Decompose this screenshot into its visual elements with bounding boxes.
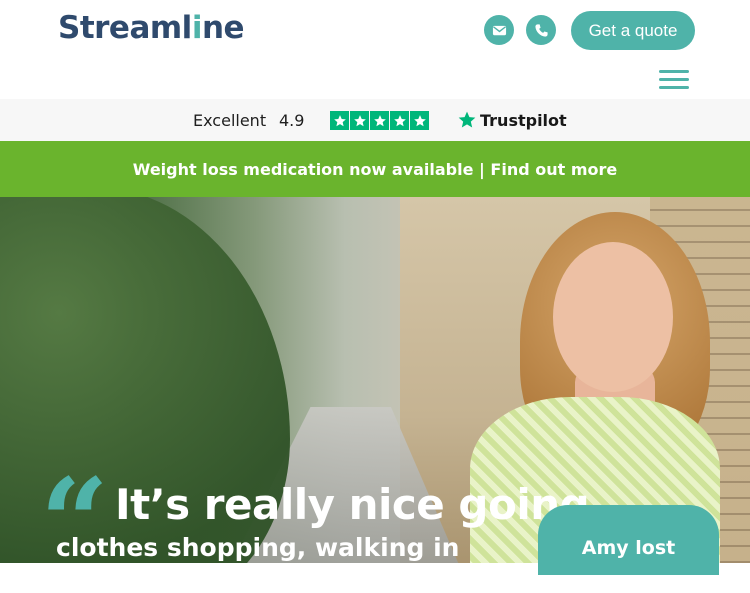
get-a-quote-button[interactable]: Get a quote <box>571 11 695 50</box>
result-card-text: Amy lost <box>581 537 676 559</box>
quote-mark-icon: “ <box>40 452 110 593</box>
star-icon <box>390 111 409 130</box>
logo[interactable]: Streamline <box>58 10 245 46</box>
phone-icon <box>534 23 548 37</box>
trustpilot-wordmark: Trustpilot <box>480 110 567 130</box>
promo-banner[interactable]: Weight loss medication now available | F… <box>0 141 750 197</box>
email-button[interactable] <box>484 15 514 45</box>
logo-text: Streaml <box>58 10 192 46</box>
person-face <box>553 242 673 392</box>
hamburger-menu-icon[interactable] <box>659 70 689 90</box>
star-icon <box>410 111 429 130</box>
result-card: Amy lost <box>538 505 719 575</box>
logo-text-end: ne <box>201 10 245 46</box>
rating-value: 4.9 <box>279 111 305 130</box>
trustpilot-logo[interactable]: Trustpilot <box>457 110 567 130</box>
star-icon <box>330 111 349 130</box>
testimonial-quote-line2: clothes shopping, walking in <box>56 533 460 562</box>
envelope-icon <box>492 25 506 35</box>
phone-button[interactable] <box>526 15 556 45</box>
trustpilot-star-icon <box>458 111 476 128</box>
star-rating <box>330 111 429 130</box>
rating-label: Excellent <box>193 111 267 130</box>
promo-text: Weight loss medication now available | F… <box>132 159 618 179</box>
logo-accent: i <box>191 10 203 46</box>
site-header: Streamline Get a quote <box>0 0 750 99</box>
star-icon <box>370 111 389 130</box>
star-icon <box>350 111 369 130</box>
testimonial-quote-line1: It’s really nice going <box>115 480 590 529</box>
